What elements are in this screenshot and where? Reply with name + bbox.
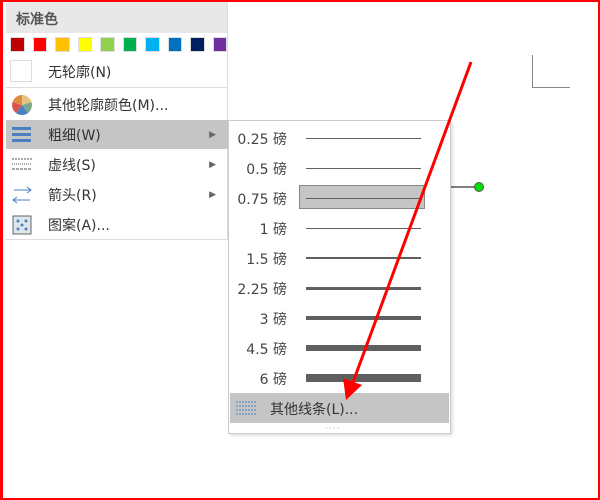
annotation-arrow	[343, 61, 473, 400]
